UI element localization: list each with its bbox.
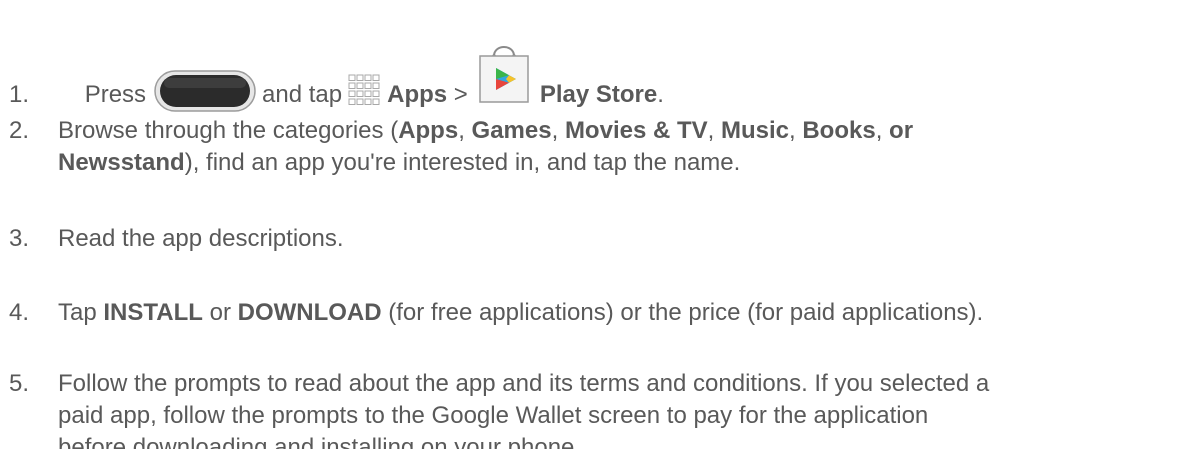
install-label: INSTALL	[103, 299, 203, 326]
text-tap: Tap	[58, 299, 104, 326]
comma: ,	[551, 117, 565, 144]
comma: ,	[707, 117, 721, 144]
apps-label: Apps	[387, 81, 448, 108]
step-number: 4.	[9, 299, 30, 326]
text-or: or	[889, 117, 914, 144]
text-rest: ), find an app you're interested in, and…	[184, 149, 741, 176]
text-browse: Browse through the categories (	[58, 117, 399, 144]
step-text: Browse through the categories (Apps, Gam…	[58, 115, 1198, 179]
step-number: 3.	[9, 225, 30, 252]
step-text-line: paid app, follow the prompts to the Goog…	[58, 402, 929, 429]
text-arrow: >	[453, 81, 468, 108]
step-text: Press and tap Apps > Play Store.	[84, 46, 664, 112]
step-number: 2.	[9, 117, 30, 144]
category-apps: Apps	[398, 117, 459, 144]
text-or: or	[202, 299, 238, 326]
category-movies-tv: Movies & TV	[564, 117, 708, 144]
step-text: Follow the prompts to read about the app…	[58, 368, 1198, 449]
instruction-list: 1. Press and tap Apps > Play Store. 2. B…	[0, 0, 1198, 449]
play-store-label: Play Store	[539, 81, 658, 108]
step-number: 5.	[9, 370, 30, 397]
play-store-icon	[474, 38, 534, 108]
comma: ,	[458, 117, 472, 144]
apps-grid-icon	[348, 74, 381, 106]
download-label: DOWNLOAD	[237, 299, 382, 326]
text-and-tap: and tap	[262, 81, 343, 108]
category-books: Books	[802, 117, 876, 144]
category-music: Music	[720, 117, 789, 144]
text-rest: (for free applications) or the price (fo…	[381, 299, 984, 326]
category-games: Games	[471, 117, 552, 144]
home-key-icon	[154, 70, 256, 112]
step-text: Tap INSTALL or DOWNLOAD (for free applic…	[58, 297, 1198, 329]
step-1: 1. Press and tap Apps > Play Store.	[0, 46, 1198, 120]
step-text-line: before downloading and installing on you…	[58, 434, 582, 449]
step-text: Read the app descriptions.	[58, 225, 344, 252]
step-number: 1.	[9, 81, 30, 108]
text-period: .	[657, 81, 664, 108]
step-text-line: Follow the prompts to read about the app…	[58, 370, 990, 397]
category-newsstand: Newsstand	[58, 149, 185, 176]
comma: ,	[875, 117, 890, 144]
comma: ,	[789, 117, 803, 144]
text-press: Press	[84, 81, 147, 108]
